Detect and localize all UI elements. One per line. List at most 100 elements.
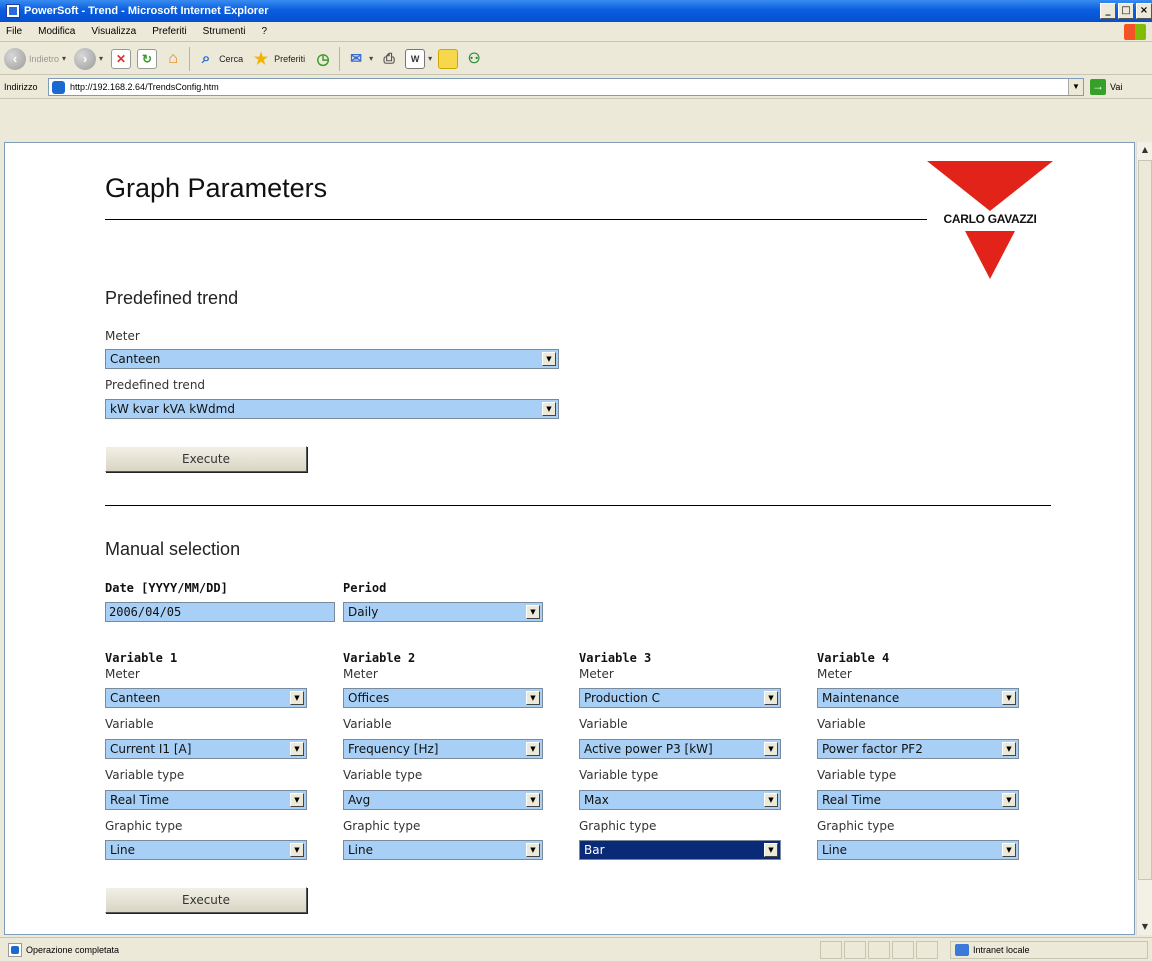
chevron-down-icon[interactable]: ▼ <box>542 352 556 366</box>
window-controls: _ □ × <box>1100 3 1152 19</box>
variable-2-meter-select[interactable]: Offices ▼ <box>343 688 543 708</box>
variable-2-type-value: Avg <box>348 793 371 807</box>
menu-file[interactable]: File <box>6 26 22 37</box>
variable-4-variable-select[interactable]: Power factor PF2 ▼ <box>817 739 1019 759</box>
home-icon[interactable]: ⌂ <box>163 49 183 69</box>
title-bar: PowerSoft - Trend - Microsoft Internet E… <box>0 0 1152 22</box>
variable-3-variable-select[interactable]: Active power P3 [kW] ▼ <box>579 739 781 759</box>
variable-3-type-label: Variable type <box>579 768 659 782</box>
manual-section-title: Manual selection <box>105 539 241 559</box>
address-dropdown-icon[interactable]: ▼ <box>1068 79 1083 95</box>
edit-word-icon[interactable]: W <box>405 48 426 69</box>
variable-1-graphic-value: Line <box>110 843 136 857</box>
notes-icon[interactable] <box>438 48 459 69</box>
stop-icon[interactable]: ✕ <box>111 48 132 69</box>
variable-3-variable-label: Variable <box>579 717 628 731</box>
scroll-down-icon[interactable]: ▼ <box>1137 919 1152 935</box>
status-pane <box>820 941 842 959</box>
windows-logo-icon <box>1124 24 1146 40</box>
predefined-section-title: Predefined trend <box>105 288 239 308</box>
status-pane <box>892 941 914 959</box>
forward-button[interactable]: › ▾ <box>74 47 103 70</box>
scroll-thumb[interactable] <box>1138 160 1152 880</box>
chevron-down-icon[interactable]: ▼ <box>764 742 778 756</box>
variable-3-type-select[interactable]: Max ▼ <box>579 790 781 810</box>
chevron-down-icon[interactable]: ▼ <box>526 691 540 705</box>
chevron-down-icon[interactable]: ▼ <box>1002 793 1016 807</box>
chevron-down-icon[interactable]: ▼ <box>290 843 304 857</box>
chevron-down-icon[interactable]: ▼ <box>290 793 304 807</box>
variable-3-meter-select[interactable]: Production C ▼ <box>579 688 781 708</box>
chevron-down-icon[interactable]: ▼ <box>526 742 540 756</box>
messenger-icon[interactable]: ⚇ <box>464 49 484 69</box>
maximize-button[interactable]: □ <box>1118 3 1134 19</box>
variable-1-graphic-select[interactable]: Line ▼ <box>105 840 307 860</box>
mail-icon[interactable]: ✉ <box>346 49 366 69</box>
variable-1-type-value: Real Time <box>110 793 170 807</box>
variable-4-graphic-select[interactable]: Line ▼ <box>817 840 1019 860</box>
variable-3-graphic-select[interactable]: Bar ▼ <box>579 840 781 860</box>
chevron-down-icon[interactable]: ▼ <box>526 843 540 857</box>
chevron-down-icon[interactable]: ▼ <box>1002 742 1016 756</box>
go-arrow-icon[interactable]: → <box>1090 79 1106 95</box>
history-icon[interactable]: ◷ <box>313 49 333 69</box>
menu-strumenti[interactable]: Strumenti <box>203 26 246 37</box>
variable-4-variable-value: Power factor PF2 <box>822 742 923 756</box>
chevron-down-icon[interactable]: ▼ <box>1002 843 1016 857</box>
forward-dropdown-icon[interactable]: ▾ <box>99 54 103 63</box>
predefined-meter-select[interactable]: Canteen ▼ <box>105 349 559 369</box>
minimize-button[interactable]: _ <box>1100 3 1116 19</box>
period-select[interactable]: Daily ▼ <box>343 602 543 622</box>
chevron-down-icon[interactable]: ▼ <box>290 742 304 756</box>
chevron-down-icon[interactable]: ▼ <box>542 402 556 416</box>
variable-1-meter-select[interactable]: Canteen ▼ <box>105 688 307 708</box>
variable-4-meter-label: Meter <box>817 667 852 681</box>
predefined-execute-button[interactable]: Execute <box>105 446 307 472</box>
variable-1-type-label: Variable type <box>105 768 185 782</box>
scroll-up-icon[interactable]: ▲ <box>1137 142 1152 158</box>
period-label: Period <box>343 581 387 595</box>
date-input[interactable]: 2006/04/05 <box>105 602 335 622</box>
chevron-down-icon[interactable]: ▼ <box>290 691 304 705</box>
back-button[interactable]: ‹ Indietro ▾ <box>4 47 66 70</box>
chevron-down-icon[interactable]: ▼ <box>526 793 540 807</box>
menu-preferiti[interactable]: Preferiti <box>152 26 186 37</box>
menu-modifica[interactable]: Modifica <box>38 26 75 37</box>
variable-4-type-select[interactable]: Real Time ▼ <box>817 790 1019 810</box>
refresh-icon[interactable]: ↻ <box>137 48 158 69</box>
variable-4-graphic-value: Line <box>822 843 848 857</box>
chevron-down-icon[interactable]: ▼ <box>764 793 778 807</box>
variable-1-variable-select[interactable]: Current I1 [A] ▼ <box>105 739 307 759</box>
variable-2-type-select[interactable]: Avg ▼ <box>343 790 543 810</box>
chevron-down-icon[interactable]: ▼ <box>764 691 778 705</box>
back-label: Indietro <box>29 53 60 64</box>
predefined-trend-select[interactable]: kW kvar kVA kWdmd ▼ <box>105 399 559 419</box>
variable-1-type-select[interactable]: Real Time ▼ <box>105 790 307 810</box>
variable-2-variable-select[interactable]: Frequency [Hz] ▼ <box>343 739 543 759</box>
variable-1-meter-label: Meter <box>105 667 140 681</box>
chevron-down-icon[interactable]: ▼ <box>764 843 778 857</box>
print-icon[interactable]: ⎙ <box>379 49 399 69</box>
manual-execute-button[interactable]: Execute <box>105 887 307 913</box>
variable-4-meter-select[interactable]: Maintenance ▼ <box>817 688 1019 708</box>
chevron-down-icon[interactable]: ▼ <box>1002 691 1016 705</box>
variable-4-variable-label: Variable <box>817 717 866 731</box>
variable-1-variable-value: Current I1 [A] <box>110 742 192 756</box>
address-input[interactable]: http://192.168.2.64/TrendsConfig.htm ▼ <box>48 78 1084 96</box>
variable-3-graphic-label: Graphic type <box>579 819 657 833</box>
favorites-button[interactable]: ★ Preferiti <box>251 49 305 69</box>
menu-help[interactable]: ? <box>261 26 267 37</box>
mail-dropdown-icon[interactable]: ▾ <box>369 54 373 63</box>
logo-text: CARLO GAVAZZI <box>927 212 1053 226</box>
window-title: PowerSoft - Trend - Microsoft Internet E… <box>24 5 269 17</box>
vertical-scrollbar[interactable]: ▲ ▼ <box>1136 142 1152 935</box>
close-button[interactable]: × <box>1136 3 1152 19</box>
variable-2-graphic-select[interactable]: Line ▼ <box>343 840 543 860</box>
go-label[interactable]: Vai <box>1110 82 1122 92</box>
chevron-down-icon[interactable]: ▼ <box>526 605 540 619</box>
menu-visualizza[interactable]: Visualizza <box>91 26 136 37</box>
edit-dropdown-icon[interactable]: ▾ <box>428 54 432 63</box>
back-dropdown-icon[interactable]: ▾ <box>62 54 66 63</box>
status-pane <box>868 941 890 959</box>
search-button[interactable]: ⌕ Cerca <box>196 49 243 69</box>
